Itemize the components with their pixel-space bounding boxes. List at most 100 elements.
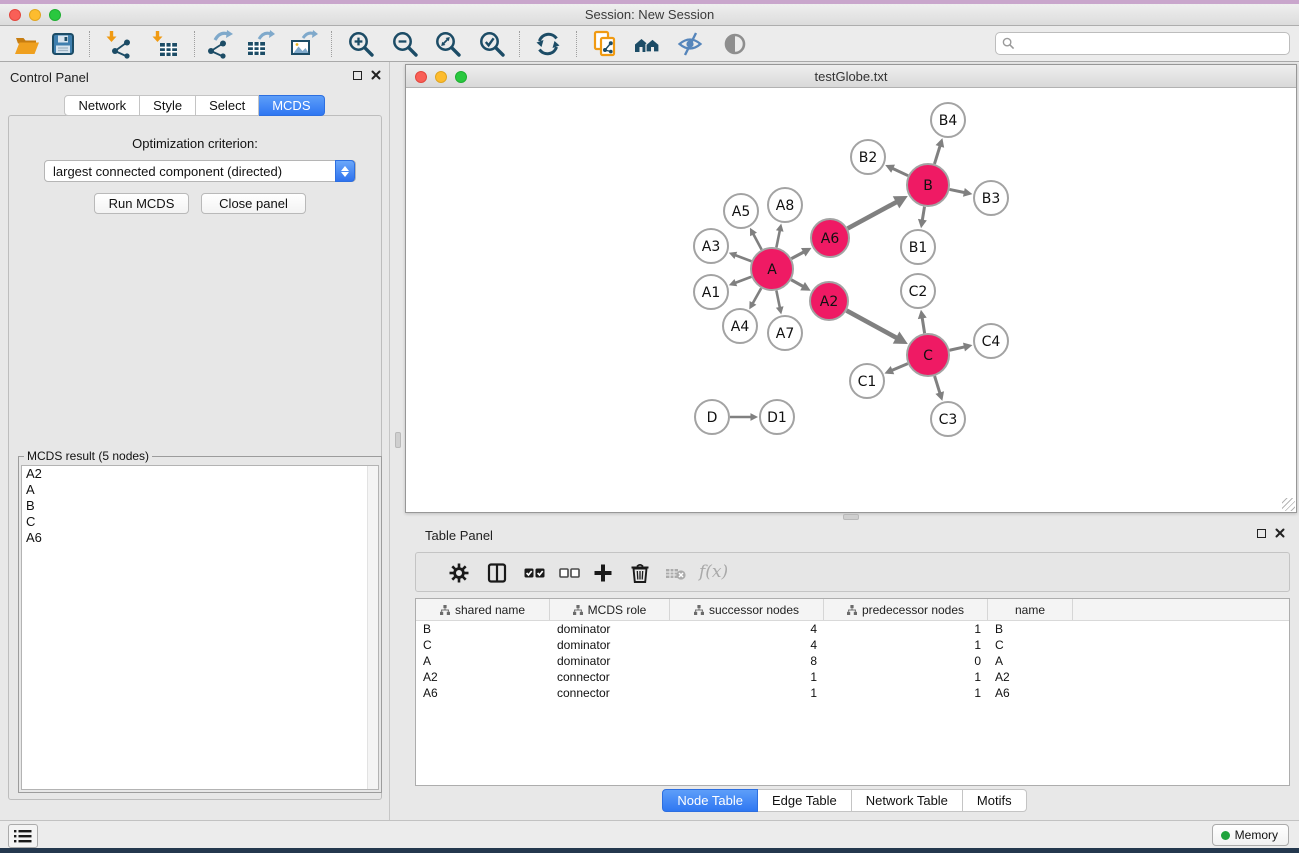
table-cell[interactable]: 8: [670, 653, 824, 669]
table-cell[interactable]: 1: [670, 669, 824, 685]
column-header-name[interactable]: name: [988, 599, 1073, 620]
graph-edge-C-C1[interactable]: [884, 364, 907, 375]
graph-node-C2[interactable]: C2: [901, 274, 935, 308]
graph-node-A1[interactable]: A1: [694, 275, 728, 309]
graph-node-C[interactable]: C: [907, 334, 949, 376]
graph-node-D1[interactable]: D1: [760, 400, 794, 434]
table-cell[interactable]: 1: [824, 685, 988, 701]
hide-selected-icon[interactable]: [675, 29, 705, 59]
close-panel-icon[interactable]: [371, 70, 381, 80]
graph-node-A7[interactable]: A7: [768, 316, 802, 350]
table-row[interactable]: Bdominator41B: [416, 621, 1289, 637]
import-table-icon[interactable]: [151, 29, 181, 59]
graph-edge-B-B3[interactable]: [950, 188, 973, 197]
table-cell[interactable]: 1: [824, 621, 988, 637]
table-cell[interactable]: connector: [550, 685, 670, 701]
search-input[interactable]: [1019, 35, 1289, 53]
tab-node-table[interactable]: Node Table: [662, 789, 758, 812]
export-image-icon[interactable]: [288, 29, 318, 59]
deselect-all-icon[interactable]: [559, 562, 581, 584]
table-cell[interactable]: dominator: [550, 621, 670, 637]
table-cell[interactable]: 1: [824, 637, 988, 653]
tab-mcds[interactable]: MCDS: [259, 95, 324, 116]
close-panel-button[interactable]: Close panel: [201, 193, 306, 214]
table-cell[interactable]: A6: [988, 685, 1073, 701]
window-resize-grip[interactable]: [1282, 498, 1295, 511]
tab-style[interactable]: Style: [140, 95, 196, 116]
table-cell[interactable]: A6: [416, 685, 550, 701]
graph-edge-A-A8[interactable]: [776, 224, 784, 248]
table-cell[interactable]: 1: [824, 669, 988, 685]
export-network-icon[interactable]: [203, 29, 233, 59]
table-cell[interactable]: A: [416, 653, 550, 669]
table-cell[interactable]: connector: [550, 669, 670, 685]
graph-edge-A6-B[interactable]: [848, 196, 908, 229]
zoom-in-icon[interactable]: [346, 29, 376, 59]
import-network-icon[interactable]: [105, 29, 135, 59]
network-canvas[interactable]: B4B2BB3A8A5A6A3B1AA1C2A2A4A7C4CC1C3DD1: [406, 88, 1296, 512]
zoom-fit-icon[interactable]: [433, 29, 463, 59]
column-header-predecessor-nodes[interactable]: predecessor nodes: [824, 599, 988, 620]
mcds-list-scrollbar[interactable]: [367, 466, 378, 789]
table-row[interactable]: A2connector11A2: [416, 669, 1289, 685]
graph-node-A[interactable]: A: [751, 248, 793, 290]
graph-edge-C-C4[interactable]: [949, 343, 972, 352]
graph-node-A5[interactable]: A5: [724, 194, 758, 228]
mcds-result-item[interactable]: B: [22, 498, 378, 514]
table-cell[interactable]: 1: [670, 685, 824, 701]
mcds-result-item[interactable]: C: [22, 514, 378, 530]
graph-edge-B-B4[interactable]: [934, 138, 944, 164]
graph-edge-A-A5[interactable]: [750, 228, 762, 250]
graph-edge-A-A6[interactable]: [791, 248, 811, 259]
memory-button[interactable]: Memory: [1212, 824, 1289, 846]
zoom-out-icon[interactable]: [390, 29, 420, 59]
zoom-selected-icon[interactable]: [477, 29, 507, 59]
export-table-icon[interactable]: [245, 29, 275, 59]
mcds-result-item[interactable]: A6: [22, 530, 378, 546]
open-session-icon[interactable]: [12, 29, 42, 59]
graph-node-A4[interactable]: A4: [723, 309, 757, 343]
tab-motifs[interactable]: Motifs: [963, 789, 1027, 812]
column-header-MCDS-role[interactable]: MCDS role: [550, 599, 670, 620]
settings-icon[interactable]: [448, 562, 470, 584]
graph-edge-A2-C[interactable]: [847, 311, 908, 344]
graph-node-C4[interactable]: C4: [974, 324, 1008, 358]
refresh-icon[interactable]: [533, 29, 563, 59]
run-mcds-button[interactable]: Run MCDS: [94, 193, 189, 214]
graph-edge-D-D1[interactable]: [730, 413, 758, 421]
table-cell[interactable]: 0: [824, 653, 988, 669]
graph-node-A6[interactable]: A6: [811, 219, 849, 257]
table-cell[interactable]: C: [416, 637, 550, 653]
graph-edge-A-A2[interactable]: [791, 280, 811, 291]
graph-node-B[interactable]: B: [907, 164, 949, 206]
table-row[interactable]: Cdominator41C: [416, 637, 1289, 653]
select-all-icon[interactable]: [524, 562, 546, 584]
first-neighbors-icon[interactable]: [632, 29, 662, 59]
graph-node-D[interactable]: D: [695, 400, 729, 434]
graph-edge-A-A3[interactable]: [729, 252, 752, 262]
table-cell[interactable]: B: [988, 621, 1073, 637]
graph-edge-B-B2[interactable]: [885, 165, 908, 176]
table-cell[interactable]: C: [988, 637, 1073, 653]
table-cell[interactable]: B: [416, 621, 550, 637]
mcds-result-list[interactable]: A2ABCA6: [21, 465, 379, 790]
graph-node-A8[interactable]: A8: [768, 188, 802, 222]
table-cell[interactable]: A2: [416, 669, 550, 685]
graph-node-C1[interactable]: C1: [850, 364, 884, 398]
table-cell[interactable]: A2: [988, 669, 1073, 685]
close-panel-icon[interactable]: [1275, 528, 1285, 538]
tab-select[interactable]: Select: [196, 95, 259, 116]
columns-icon[interactable]: [486, 562, 508, 584]
tab-network[interactable]: Network: [64, 95, 140, 116]
graph-edge-A-A4[interactable]: [749, 288, 761, 309]
table-cell[interactable]: A: [988, 653, 1073, 669]
graph-edge-C-C2[interactable]: [918, 310, 927, 333]
graph-node-A3[interactable]: A3: [694, 229, 728, 263]
tab-edge-table[interactable]: Edge Table: [758, 789, 852, 812]
mcds-result-item[interactable]: A2: [22, 466, 378, 482]
table-row[interactable]: Adominator80A: [416, 653, 1289, 669]
graph-node-B1[interactable]: B1: [901, 230, 935, 264]
graph-edge-A-A7[interactable]: [776, 291, 784, 315]
table-cell[interactable]: dominator: [550, 637, 670, 653]
table-row[interactable]: A6connector11A6: [416, 685, 1289, 701]
